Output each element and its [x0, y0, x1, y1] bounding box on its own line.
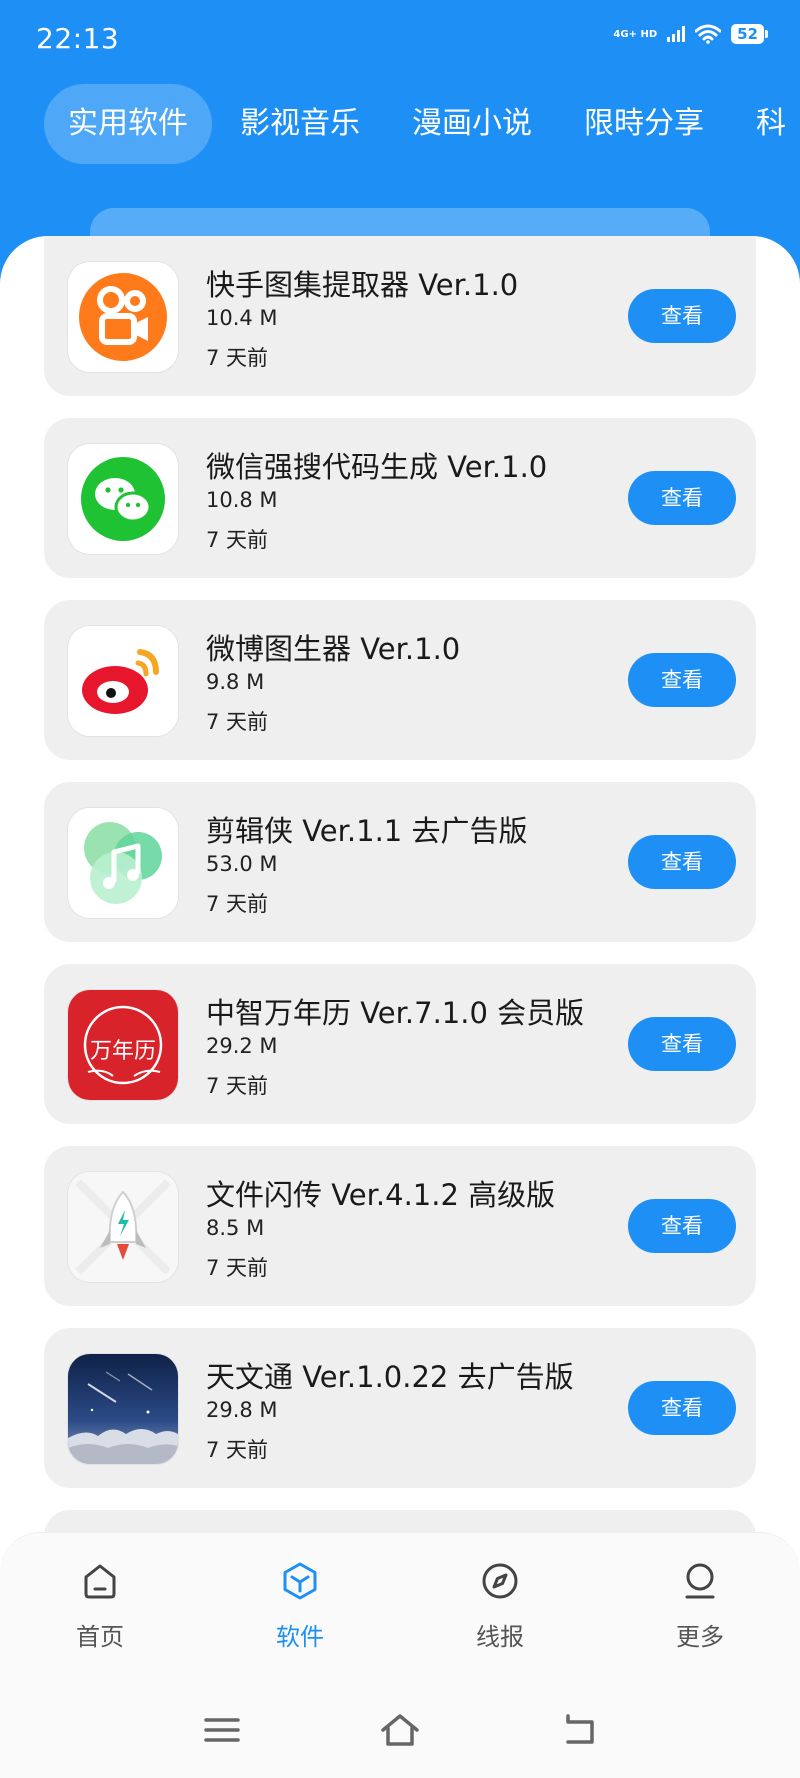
calendar-icon-text: 万年历: [90, 1039, 156, 1064]
nav-deals-label: 线报: [476, 1623, 524, 1651]
app-size: 53.0 M: [206, 852, 278, 876]
app-list-container: 快手图集提取器 Ver.1.0 10.4 M 7 天前 查看 微信强搜代码生成: [0, 236, 800, 1536]
list-item[interactable]: 文件闪传 Ver.4.1.2 高级版 8.5 M 7 天前 查看: [44, 1146, 756, 1306]
status-icons: 4G+ HD 52: [613, 24, 768, 44]
system-home-icon: [381, 1714, 419, 1746]
menu-icon: [204, 1718, 240, 1742]
app-size: 8.5 M: [206, 1216, 265, 1240]
back-button[interactable]: [538, 1690, 618, 1770]
rocket-icon: [68, 1172, 178, 1282]
tab-comics-novels[interactable]: 漫画小说: [388, 84, 556, 164]
wifi-icon: [695, 24, 722, 44]
app-time: 7 天前: [206, 528, 269, 552]
tab-science[interactable]: 科: [732, 84, 800, 164]
menu-button[interactable]: [182, 1690, 262, 1770]
nav-more-label: 更多: [676, 1623, 724, 1651]
tab-practical-software[interactable]: 实用软件: [44, 84, 212, 164]
nav-deals[interactable]: 线报: [400, 1559, 600, 1679]
tab-video-music[interactable]: 影视音乐: [216, 84, 384, 164]
list-item[interactable]: 剪辑侠 Ver.1.1 去广告版 53.0 M 7 天前 查看: [44, 782, 756, 942]
app-name: 微博图生器 Ver.1.0: [206, 632, 461, 666]
nav-home-label: 首页: [76, 1623, 124, 1651]
home-icon: [84, 1564, 116, 1599]
status-bar: 22:13 4G+ HD 52: [0, 0, 800, 78]
network-label: 4G+ HD: [613, 28, 658, 40]
app-size: 10.8 M: [206, 488, 278, 512]
system-nav-bar: [0, 1690, 800, 1770]
app-time: 7 天前: [206, 892, 269, 916]
list-item[interactable]: 微博图生器 Ver.1.0 9.8 M 7 天前 查看: [44, 600, 756, 760]
list-item[interactable]: 快手图集提取器 Ver.1.0 10.4 M 7 天前 查看: [44, 236, 756, 396]
weibo-icon: [68, 626, 178, 736]
app-size: 29.2 M: [206, 1034, 278, 1058]
app-size: 9.8 M: [206, 670, 265, 694]
app-name: 中智万年历 Ver.7.1.0 会员版: [206, 996, 585, 1030]
profile-icon: [685, 1563, 715, 1599]
calendar-icon: 万年历: [68, 990, 178, 1100]
app-time: 7 天前: [206, 710, 269, 734]
app-name: 快手图集提取器 Ver.1.0: [206, 268, 519, 302]
view-button[interactable]: 查看: [628, 1199, 736, 1253]
tab-limited-share[interactable]: 限時分享: [560, 84, 728, 164]
category-tabs: 实用软件 影视音乐 漫画小说 限時分享 科: [44, 84, 800, 164]
app-time: 7 天前: [206, 1256, 269, 1280]
app-time: 7 天前: [206, 1438, 269, 1462]
nav-more[interactable]: 更多: [600, 1559, 800, 1679]
app-name: 微信强搜代码生成 Ver.1.0: [206, 450, 548, 484]
wechat-icon: [68, 444, 178, 554]
app-size: 10.4 M: [206, 306, 278, 330]
app-name: 天文通 Ver.1.0.22 去广告版: [206, 1360, 574, 1394]
nav-home[interactable]: 首页: [0, 1559, 200, 1679]
kuaishou-icon: [68, 262, 178, 372]
app-size: 29.8 M: [206, 1398, 278, 1422]
app-list: 快手图集提取器 Ver.1.0 10.4 M 7 天前 查看 微信强搜代码生成: [44, 236, 756, 1536]
app-name: 剪辑侠 Ver.1.1 去广告版: [206, 814, 528, 848]
status-time: 22:13: [36, 22, 120, 55]
back-icon: [566, 1714, 594, 1744]
nav-software-label: 软件: [276, 1623, 324, 1651]
view-button[interactable]: 查看: [628, 289, 736, 343]
app-name: 文件闪传 Ver.4.1.2 高级版: [206, 1178, 556, 1212]
view-button[interactable]: 查看: [628, 653, 736, 707]
app-time: 7 天前: [206, 1074, 269, 1098]
battery-icon: 52: [731, 24, 768, 44]
list-item[interactable]: 万年历 中智万年历 Ver.7.1.0 会员版 29.2 M 7 天前 查看: [44, 964, 756, 1124]
view-button[interactable]: 查看: [628, 1381, 736, 1435]
compass-icon: [482, 1563, 518, 1599]
system-home-button[interactable]: [360, 1690, 440, 1770]
view-button[interactable]: 查看: [628, 471, 736, 525]
cube-icon: [283, 1562, 317, 1600]
music-note-icon: [68, 808, 178, 918]
view-button[interactable]: 查看: [628, 1017, 736, 1071]
view-button[interactable]: 查看: [628, 835, 736, 889]
app-time: 7 天前: [206, 346, 269, 370]
list-item[interactable]: 微信强搜代码生成 Ver.1.0 10.8 M 7 天前 查看: [44, 418, 756, 578]
signal-icon: [667, 26, 686, 42]
night-sky-icon: [68, 1354, 178, 1464]
nav-software[interactable]: 软件: [200, 1559, 400, 1679]
list-item[interactable]: 天文通 Ver.1.0.22 去广告版 29.8 M 7 天前 查看: [44, 1328, 756, 1488]
